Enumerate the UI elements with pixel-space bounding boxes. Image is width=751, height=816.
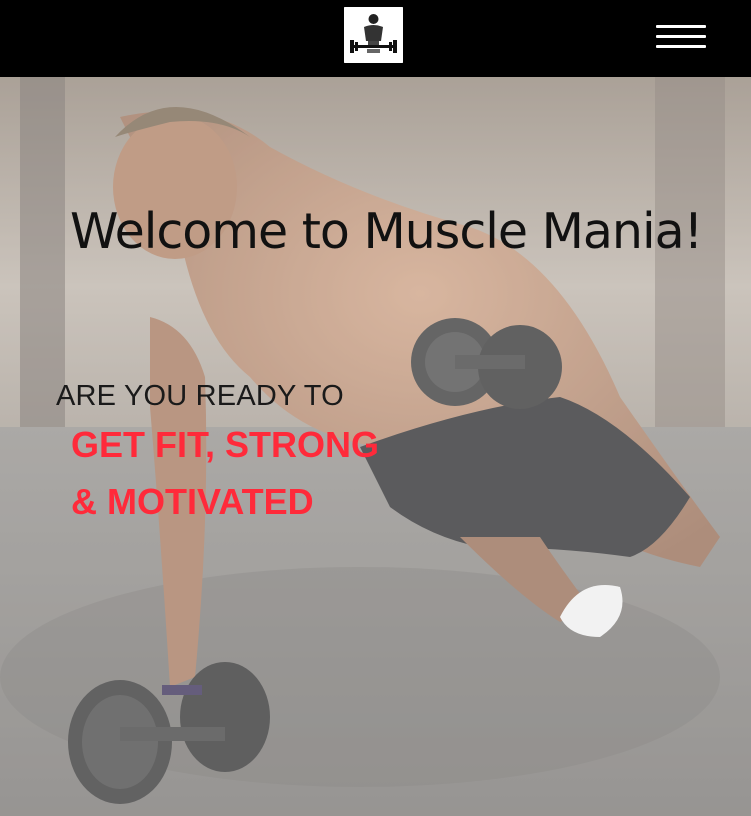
hero-highlight-line-1: GET FIT, STRONG — [71, 424, 380, 465]
hamburger-menu-button[interactable] — [652, 22, 710, 52]
hero-highlight-line-2: & MOTIVATED — [71, 481, 314, 522]
top-navigation-bar — [0, 0, 751, 77]
hero-subtitle: ARE YOU READY TO — [56, 380, 344, 412]
gym-logo-icon[interactable] — [344, 7, 403, 63]
menu-line — [656, 35, 706, 38]
menu-line — [656, 25, 706, 28]
menu-line — [656, 45, 706, 48]
hero-title: Welcome to Muscle Mania! — [70, 203, 703, 260]
